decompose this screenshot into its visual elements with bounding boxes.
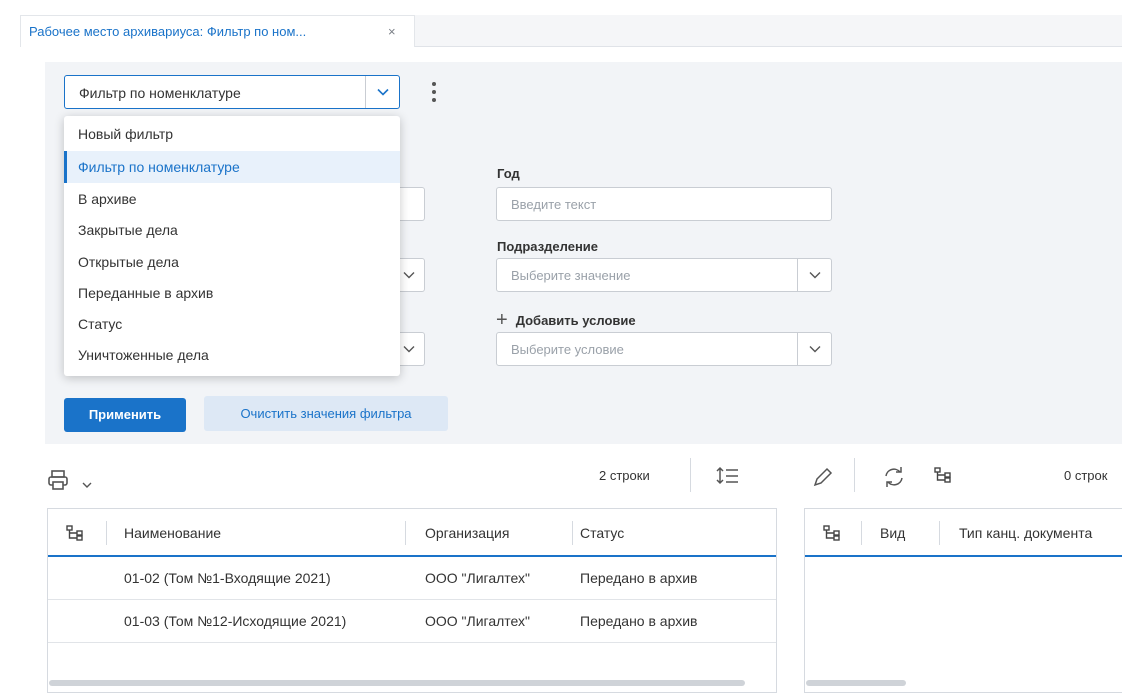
cell-status: Передано в архив (580, 613, 698, 629)
toolbar-divider (690, 458, 691, 492)
left-grid: Наименование Организация Статус 01-02 (Т… (47, 508, 777, 693)
dropdown-item[interactable]: Уничтоженные дела (64, 339, 400, 371)
dropdown-item[interactable]: Новый фильтр (64, 118, 400, 150)
column-divider[interactable] (572, 521, 573, 545)
add-condition-button[interactable]: + Добавить условие (496, 310, 636, 330)
column-header-name[interactable]: Наименование (124, 525, 221, 541)
table-row[interactable]: 01-03 (Том №12-Исходящие 2021) ООО "Лига… (48, 600, 776, 643)
division-label: Подразделение (497, 239, 599, 254)
cell-name: 01-03 (Том №12-Исходящие 2021) (124, 613, 347, 629)
filter-select-value: Фильтр по номенклатуре (79, 85, 241, 101)
dropdown-item[interactable]: Переданные в архив (64, 277, 400, 309)
cell-status: Передано в архив (580, 570, 698, 586)
dropdown-item[interactable]: Закрытые дела (64, 214, 400, 246)
condition-placeholder: Выберите условие (511, 342, 624, 357)
dropdown-item[interactable]: Статус (64, 308, 400, 340)
condition-select[interactable]: Выберите условие (496, 332, 832, 366)
filter-select[interactable]: Фильтр по номенклатуре (64, 75, 400, 109)
cell-organization: ООО "Лигалтех" (425, 570, 530, 586)
filter-dropdown: Новый фильтр Фильтр по номенклатуре В ар… (64, 116, 400, 376)
table-row[interactable]: 01-02 (Том №1-Входящие 2021) ООО "Лигалт… (48, 557, 776, 600)
year-input[interactable]: Введите текст (496, 187, 832, 221)
add-condition-label: Добавить условие (515, 312, 636, 328)
sort-lines-icon[interactable] (716, 466, 740, 486)
horizontal-scrollbar[interactable] (806, 680, 906, 686)
tab-title: Рабочее место архивариуса: Фильтр по ном… (29, 24, 307, 39)
column-divider (861, 521, 862, 545)
refresh-icon[interactable] (882, 466, 906, 488)
chevron-down-icon[interactable] (797, 259, 831, 291)
plus-icon: + (496, 309, 508, 331)
column-header-doc-type[interactable]: Тип канц. документа (959, 525, 1092, 541)
year-label: Год (497, 166, 520, 181)
more-vertical-icon[interactable] (429, 80, 439, 104)
column-divider (106, 521, 107, 545)
dropdown-item[interactable]: В архиве (64, 183, 400, 215)
clear-filter-button[interactable]: Очистить значения фильтра (204, 396, 448, 431)
year-placeholder: Введите текст (511, 197, 597, 212)
right-row-count: 0 строк (1064, 468, 1108, 483)
division-placeholder: Выберите значение (511, 268, 631, 283)
column-header-organization[interactable]: Организация (425, 525, 509, 541)
division-select[interactable]: Выберите значение (496, 258, 832, 292)
tree-structure-icon[interactable] (934, 467, 952, 483)
close-icon[interactable]: × (388, 24, 396, 39)
column-header-status[interactable]: Статус (580, 525, 624, 541)
pencil-icon[interactable] (812, 466, 834, 488)
tab-archivist-workplace[interactable]: Рабочее место архивариуса: Фильтр по ном… (20, 15, 415, 47)
chevron-down-icon[interactable] (365, 76, 399, 108)
apply-button[interactable]: Применить (64, 398, 186, 432)
cell-organization: ООО "Лигалтех" (425, 613, 530, 629)
chevron-down-icon[interactable] (82, 476, 92, 488)
column-divider[interactable] (405, 521, 406, 545)
left-grid-header: Наименование Организация Статус (48, 509, 776, 557)
horizontal-scrollbar[interactable] (49, 680, 745, 686)
dropdown-item-selected[interactable]: Фильтр по номенклатуре (64, 151, 400, 183)
tree-structure-icon[interactable] (66, 525, 84, 541)
dropdown-item[interactable]: Открытые дела (64, 246, 400, 278)
tab-bar: Рабочее место архивариуса: Фильтр по ном… (20, 15, 1122, 47)
cell-name: 01-02 (Том №1-Входящие 2021) (124, 570, 331, 586)
tree-structure-icon[interactable] (823, 525, 841, 541)
left-row-count: 2 строки (599, 468, 650, 483)
toolbar-divider (854, 458, 855, 492)
print-icon[interactable] (47, 469, 69, 491)
chevron-down-icon[interactable] (797, 333, 831, 365)
right-grid: Вид Тип канц. документа (804, 508, 1122, 693)
column-divider[interactable] (939, 521, 940, 545)
column-header-type[interactable]: Вид (880, 525, 905, 541)
right-grid-header: Вид Тип канц. документа (805, 509, 1122, 557)
